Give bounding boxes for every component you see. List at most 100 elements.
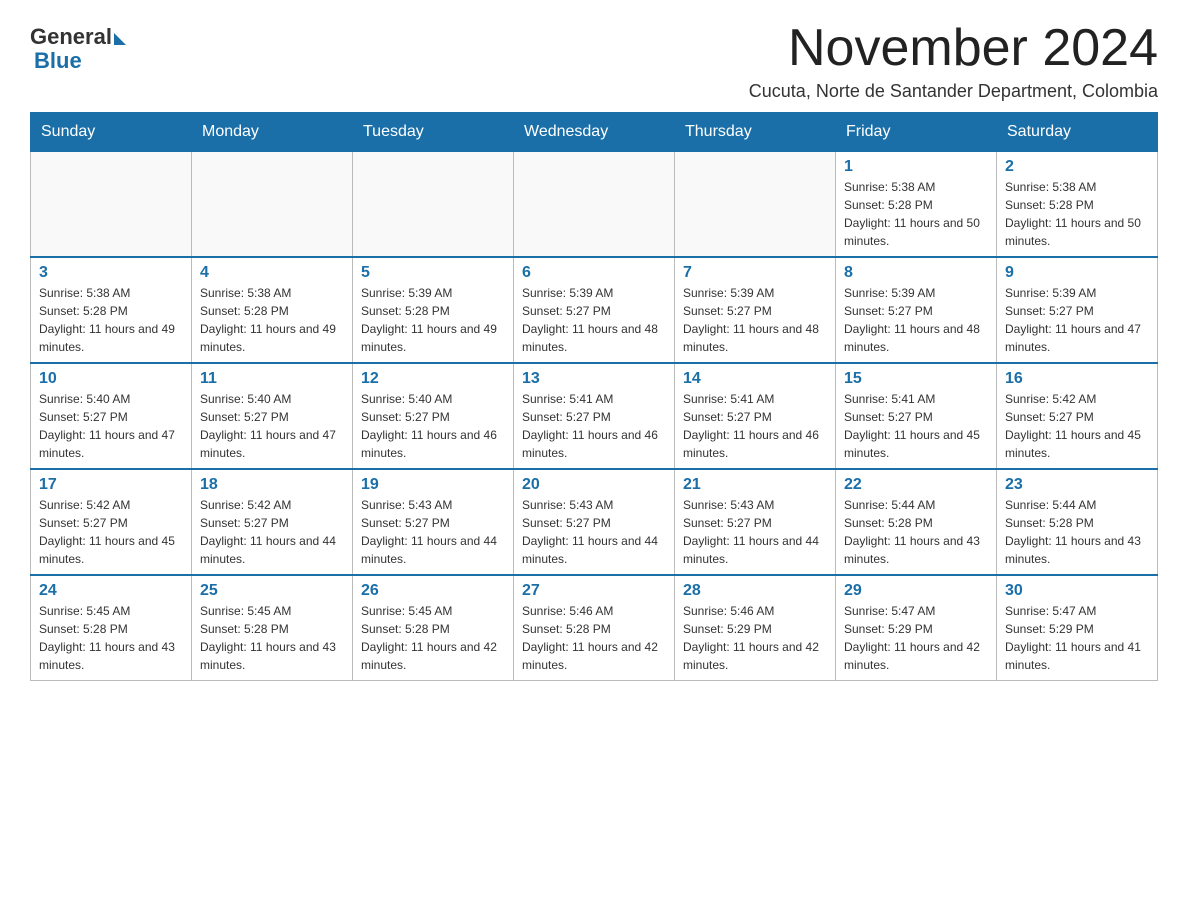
day-number: 1 xyxy=(844,158,988,176)
day-info: Sunrise: 5:46 AM Sunset: 5:28 PM Dayligh… xyxy=(522,602,666,674)
day-number: 15 xyxy=(844,370,988,388)
calendar-cell: 7 Sunrise: 5:39 AM Sunset: 5:27 PM Daylig… xyxy=(675,257,836,363)
calendar-cell: 17Sunrise: 5:42 AM Sunset: 5:27 PM Dayli… xyxy=(31,469,192,575)
day-info: Sunrise: 5:45 AM Sunset: 5:28 PM Dayligh… xyxy=(361,602,505,674)
calendar-cell: 6 Sunrise: 5:39 AM Sunset: 5:27 PM Daylig… xyxy=(514,257,675,363)
calendar-cell xyxy=(353,152,514,258)
day-info: Sunrise: 5:45 AM Sunset: 5:28 PM Dayligh… xyxy=(39,602,183,674)
day-of-week-header: Sunday xyxy=(31,113,192,152)
logo-general-text: General xyxy=(30,24,112,50)
calendar-cell: 9 Sunrise: 5:39 AM Sunset: 5:27 PM Daylig… xyxy=(997,257,1158,363)
day-number: 25 xyxy=(200,582,344,600)
calendar-cell: 30Sunrise: 5:47 AM Sunset: 5:29 PM Dayli… xyxy=(997,575,1158,681)
day-number: 23 xyxy=(1005,476,1149,494)
day-info: Sunrise: 5:45 AM Sunset: 5:28 PM Dayligh… xyxy=(200,602,344,674)
day-info: Sunrise: 5:38 AM Sunset: 5:28 PM Dayligh… xyxy=(200,284,344,356)
calendar-week-row: 1 Sunrise: 5:38 AM Sunset: 5:28 PM Daylig… xyxy=(31,152,1158,258)
calendar-header-row: SundayMondayTuesdayWednesdayThursdayFrid… xyxy=(31,113,1158,152)
day-info: Sunrise: 5:40 AM Sunset: 5:27 PM Dayligh… xyxy=(361,390,505,462)
day-info: Sunrise: 5:39 AM Sunset: 5:27 PM Dayligh… xyxy=(844,284,988,356)
calendar-cell xyxy=(675,152,836,258)
day-info: Sunrise: 5:39 AM Sunset: 5:27 PM Dayligh… xyxy=(522,284,666,356)
day-of-week-header: Monday xyxy=(192,113,353,152)
page-header: General Blue November 2024 Cucuta, Norte… xyxy=(30,20,1158,102)
day-number: 2 xyxy=(1005,158,1149,176)
day-number: 28 xyxy=(683,582,827,600)
day-info: Sunrise: 5:38 AM Sunset: 5:28 PM Dayligh… xyxy=(1005,178,1149,250)
calendar-cell: 21 Sunrise: 5:43 AM Sunset: 5:27 PM Dayli… xyxy=(675,469,836,575)
day-info: Sunrise: 5:46 AM Sunset: 5:29 PM Dayligh… xyxy=(683,602,827,674)
calendar-week-row: 24 Sunrise: 5:45 AM Sunset: 5:28 PM Dayli… xyxy=(31,575,1158,681)
day-number: 12 xyxy=(361,370,505,388)
day-number: 22 xyxy=(844,476,988,494)
calendar-cell xyxy=(514,152,675,258)
day-number: 26 xyxy=(361,582,505,600)
day-info: Sunrise: 5:41 AM Sunset: 5:27 PM Dayligh… xyxy=(844,390,988,462)
day-of-week-header: Thursday xyxy=(675,113,836,152)
day-number: 7 xyxy=(683,264,827,282)
day-number: 13 xyxy=(522,370,666,388)
logo-arrow-icon xyxy=(114,33,126,45)
calendar-cell: 10 Sunrise: 5:40 AM Sunset: 5:27 PM Dayli… xyxy=(31,363,192,469)
logo: General Blue xyxy=(30,20,126,74)
day-info: Sunrise: 5:43 AM Sunset: 5:27 PM Dayligh… xyxy=(683,496,827,568)
calendar-week-row: 3 Sunrise: 5:38 AM Sunset: 5:28 PM Daylig… xyxy=(31,257,1158,363)
day-number: 18 xyxy=(200,476,344,494)
day-info: Sunrise: 5:42 AM Sunset: 5:27 PM Dayligh… xyxy=(1005,390,1149,462)
calendar-cell: 19 Sunrise: 5:43 AM Sunset: 5:27 PM Dayli… xyxy=(353,469,514,575)
calendar-week-row: 10 Sunrise: 5:40 AM Sunset: 5:27 PM Dayli… xyxy=(31,363,1158,469)
day-number: 24 xyxy=(39,582,183,600)
calendar-cell: 20Sunrise: 5:43 AM Sunset: 5:27 PM Dayli… xyxy=(514,469,675,575)
day-info: Sunrise: 5:43 AM Sunset: 5:27 PM Dayligh… xyxy=(361,496,505,568)
day-info: Sunrise: 5:44 AM Sunset: 5:28 PM Dayligh… xyxy=(1005,496,1149,568)
calendar-cell: 22Sunrise: 5:44 AM Sunset: 5:28 PM Dayli… xyxy=(836,469,997,575)
calendar-cell: 2 Sunrise: 5:38 AM Sunset: 5:28 PM Daylig… xyxy=(997,152,1158,258)
calendar-cell: 16 Sunrise: 5:42 AM Sunset: 5:27 PM Dayli… xyxy=(997,363,1158,469)
day-info: Sunrise: 5:47 AM Sunset: 5:29 PM Dayligh… xyxy=(844,602,988,674)
calendar-cell: 3Sunrise: 5:38 AM Sunset: 5:28 PM Daylig… xyxy=(31,257,192,363)
day-number: 10 xyxy=(39,370,183,388)
day-number: 4 xyxy=(200,264,344,282)
day-number: 14 xyxy=(683,370,827,388)
calendar-cell: 15 Sunrise: 5:41 AM Sunset: 5:27 PM Dayli… xyxy=(836,363,997,469)
calendar-cell xyxy=(31,152,192,258)
day-info: Sunrise: 5:41 AM Sunset: 5:27 PM Dayligh… xyxy=(683,390,827,462)
day-info: Sunrise: 5:39 AM Sunset: 5:27 PM Dayligh… xyxy=(683,284,827,356)
day-info: Sunrise: 5:40 AM Sunset: 5:27 PM Dayligh… xyxy=(200,390,344,462)
calendar-cell: 27Sunrise: 5:46 AM Sunset: 5:28 PM Dayli… xyxy=(514,575,675,681)
calendar-cell: 1Sunrise: 5:38 AM Sunset: 5:28 PM Daylig… xyxy=(836,152,997,258)
calendar-cell: 24 Sunrise: 5:45 AM Sunset: 5:28 PM Dayli… xyxy=(31,575,192,681)
day-number: 6 xyxy=(522,264,666,282)
calendar-cell: 25 Sunrise: 5:45 AM Sunset: 5:28 PM Dayli… xyxy=(192,575,353,681)
day-of-week-header: Friday xyxy=(836,113,997,152)
calendar-cell: 23 Sunrise: 5:44 AM Sunset: 5:28 PM Dayli… xyxy=(997,469,1158,575)
logo-blue-text: Blue xyxy=(34,48,82,74)
day-info: Sunrise: 5:40 AM Sunset: 5:27 PM Dayligh… xyxy=(39,390,183,462)
day-info: Sunrise: 5:42 AM Sunset: 5:27 PM Dayligh… xyxy=(39,496,183,568)
day-info: Sunrise: 5:39 AM Sunset: 5:27 PM Dayligh… xyxy=(1005,284,1149,356)
day-number: 5 xyxy=(361,264,505,282)
calendar-cell: 14 Sunrise: 5:41 AM Sunset: 5:27 PM Dayli… xyxy=(675,363,836,469)
month-title: November 2024 xyxy=(749,20,1158,77)
location-subtitle: Cucuta, Norte de Santander Department, C… xyxy=(749,81,1158,102)
day-number: 8 xyxy=(844,264,988,282)
calendar-cell: 18 Sunrise: 5:42 AM Sunset: 5:27 PM Dayli… xyxy=(192,469,353,575)
day-info: Sunrise: 5:41 AM Sunset: 5:27 PM Dayligh… xyxy=(522,390,666,462)
calendar-cell: 29 Sunrise: 5:47 AM Sunset: 5:29 PM Dayli… xyxy=(836,575,997,681)
day-number: 21 xyxy=(683,476,827,494)
day-number: 9 xyxy=(1005,264,1149,282)
day-info: Sunrise: 5:42 AM Sunset: 5:27 PM Dayligh… xyxy=(200,496,344,568)
day-info: Sunrise: 5:43 AM Sunset: 5:27 PM Dayligh… xyxy=(522,496,666,568)
day-of-week-header: Saturday xyxy=(997,113,1158,152)
calendar-cell: 26 Sunrise: 5:45 AM Sunset: 5:28 PM Dayli… xyxy=(353,575,514,681)
calendar-cell: 11Sunrise: 5:40 AM Sunset: 5:27 PM Dayli… xyxy=(192,363,353,469)
calendar-cell: 13 Sunrise: 5:41 AM Sunset: 5:27 PM Dayli… xyxy=(514,363,675,469)
day-number: 19 xyxy=(361,476,505,494)
calendar-week-row: 17Sunrise: 5:42 AM Sunset: 5:27 PM Dayli… xyxy=(31,469,1158,575)
calendar-cell xyxy=(192,152,353,258)
day-number: 16 xyxy=(1005,370,1149,388)
day-number: 29 xyxy=(844,582,988,600)
day-of-week-header: Wednesday xyxy=(514,113,675,152)
day-of-week-header: Tuesday xyxy=(353,113,514,152)
day-number: 3 xyxy=(39,264,183,282)
